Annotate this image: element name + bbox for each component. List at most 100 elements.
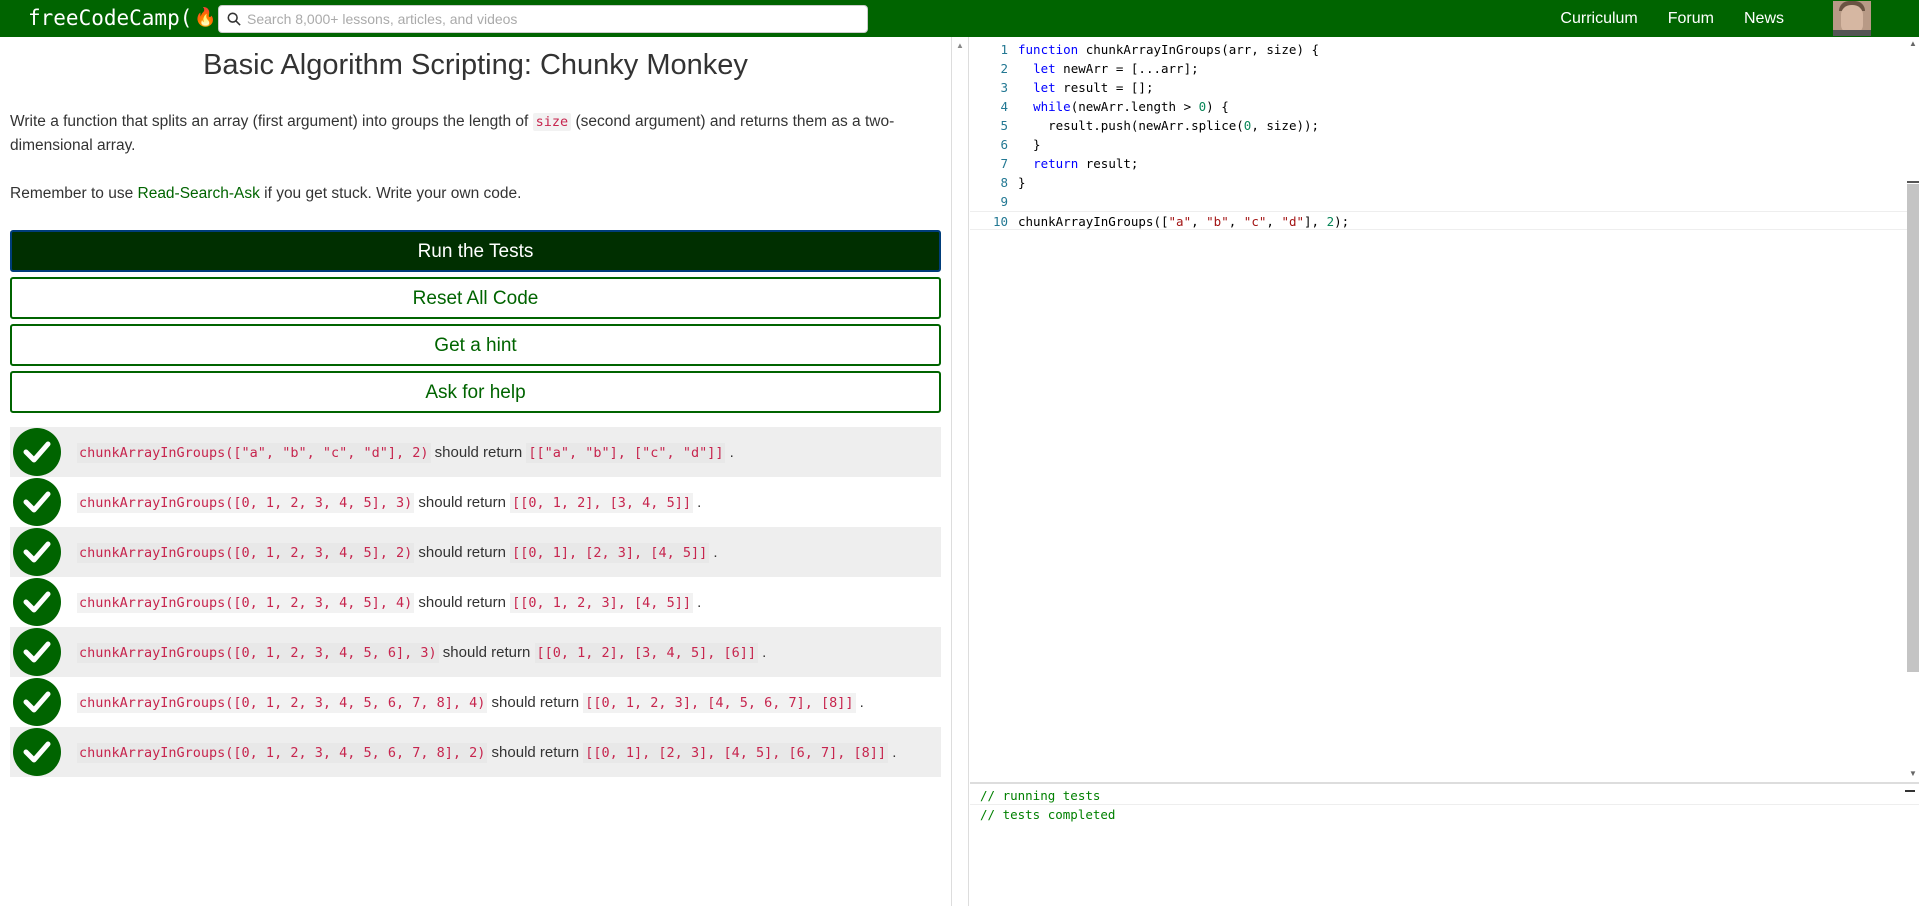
code-line[interactable]: 7 return result; xyxy=(970,154,1907,173)
code-text[interactable]: function chunkArrayInGroups(arr, size) { xyxy=(1018,40,1319,59)
test-text: chunkArrayInGroups([0, 1, 2, 3, 4, 5], 4… xyxy=(77,592,702,613)
code-editor[interactable]: 1 function chunkArrayInGroups(arr, size) … xyxy=(970,37,1907,782)
test-expected: [[0, 1], [2, 3], [4, 5], [6, 7], [8]] xyxy=(583,742,889,763)
check-icon xyxy=(13,678,61,726)
test-end: . xyxy=(697,493,702,511)
scroll-down-icon[interactable]: ▼ xyxy=(1909,769,1917,778)
freecodecamp-logo[interactable]: freeCodeCamp(🔥) xyxy=(28,4,231,32)
test-mid: should return xyxy=(414,493,511,511)
test-row: chunkArrayInGroups([0, 1, 2, 3, 4, 5], 3… xyxy=(10,477,941,527)
test-mid: should return xyxy=(487,743,584,761)
test-text: chunkArrayInGroups([0, 1, 2, 3, 4, 5, 6,… xyxy=(77,692,864,713)
read-search-ask-link[interactable]: Read-Search-Ask xyxy=(138,185,260,202)
test-end: . xyxy=(859,693,864,711)
test-text: chunkArrayInGroups([0, 1, 2, 3, 4, 5, 6,… xyxy=(77,742,897,763)
panel-resizer[interactable]: ▲ xyxy=(951,37,969,906)
code-line[interactable]: 10 chunkArrayInGroups(["a", "b", "c", "d"… xyxy=(970,211,1907,230)
scroll-up-arrow-icon[interactable]: ▲ xyxy=(956,41,964,50)
code-line[interactable]: 5 result.push(newArr.splice(0, size)); xyxy=(970,116,1907,135)
nav-link-curriculum[interactable]: Curriculum xyxy=(1560,10,1637,28)
reminder-text: Remember to use xyxy=(10,185,138,202)
challenge-title: Basic Algorithm Scripting: Chunky Monkey xyxy=(203,49,748,81)
code-text[interactable]: while(newArr.length > 0) { xyxy=(1018,97,1229,116)
test-call: chunkArrayInGroups(["a", "b", "c", "d"],… xyxy=(77,442,431,463)
test-end: . xyxy=(729,443,734,461)
test-mid: should return xyxy=(414,543,511,561)
test-text: chunkArrayInGroups(["a", "b", "c", "d"],… xyxy=(77,442,734,463)
line-number: 10 xyxy=(992,214,1008,229)
scroll-up-icon[interactable]: ▲ xyxy=(1909,39,1917,48)
scrollbar-thumb[interactable] xyxy=(1907,184,1919,672)
code-line[interactable]: 1 function chunkArrayInGroups(arr, size) … xyxy=(970,40,1907,59)
test-row: chunkArrayInGroups([0, 1, 2, 3, 4, 5], 2… xyxy=(10,527,941,577)
test-row: chunkArrayInGroups([0, 1, 2, 3, 4, 5], 4… xyxy=(10,577,941,627)
test-mid: should return xyxy=(438,643,535,661)
test-end: . xyxy=(713,543,718,561)
check-icon xyxy=(13,578,61,626)
search-input[interactable] xyxy=(247,11,847,27)
challenge-reminder: Remember to use Read-Search-Ask if you g… xyxy=(10,182,930,206)
code-line[interactable]: 8} xyxy=(970,173,1907,192)
scrollbar-cursor-marker xyxy=(1907,181,1919,183)
nav-link-forum[interactable]: Forum xyxy=(1668,10,1714,28)
search-icon xyxy=(227,12,241,26)
test-call: chunkArrayInGroups([0, 1, 2, 3, 4, 5, 6,… xyxy=(77,692,488,713)
reset-code-button[interactable]: Reset All Code xyxy=(10,277,941,319)
line-number: 3 xyxy=(1000,80,1008,95)
editor-scrollbar[interactable]: ▲ ▼ xyxy=(1907,37,1919,782)
challenge-description: Write a function that splits an array (f… xyxy=(10,110,930,158)
code-line[interactable]: 9 xyxy=(970,192,1907,211)
test-expected: [[0, 1, 2], [3, 4, 5]] xyxy=(510,492,693,513)
test-row: chunkArrayInGroups([0, 1, 2, 3, 4, 5, 6,… xyxy=(10,727,941,777)
code-text[interactable]: let result = []; xyxy=(1018,78,1153,97)
test-call: chunkArrayInGroups([0, 1, 2, 3, 4, 5, 6,… xyxy=(77,742,488,763)
test-mid: should return xyxy=(430,443,527,461)
minimize-icon[interactable] xyxy=(1905,790,1915,792)
description-code: size xyxy=(532,113,572,131)
flame-icon: 🔥 xyxy=(194,7,217,28)
user-avatar[interactable] xyxy=(1833,1,1871,36)
test-row: chunkArrayInGroups([0, 1, 2, 3, 4, 5, 6]… xyxy=(10,627,941,677)
check-icon xyxy=(13,628,61,676)
code-text[interactable]: let newArr = [...arr]; xyxy=(1018,59,1199,78)
test-end: . xyxy=(697,593,702,611)
instructions-panel: Basic Algorithm Scripting: Chunky Monkey… xyxy=(0,37,951,906)
test-expected: [[0, 1], [2, 3], [4, 5]] xyxy=(510,542,710,563)
test-expected: [[0, 1, 2], [3, 4, 5], [6]] xyxy=(534,642,758,663)
test-end: . xyxy=(892,743,897,761)
test-expected: [[0, 1, 2, 3], [4, 5]] xyxy=(510,592,693,613)
get-hint-button[interactable]: Get a hint xyxy=(10,324,941,366)
search-bar[interactable] xyxy=(218,5,868,33)
code-line[interactable]: 6 } xyxy=(970,135,1907,154)
test-row: chunkArrayInGroups([0, 1, 2, 3, 4, 5, 6,… xyxy=(10,677,941,727)
test-end: . xyxy=(762,643,767,661)
line-number: 8 xyxy=(1000,175,1008,190)
test-expected: [["a", "b"], ["c", "d"]] xyxy=(526,442,726,463)
test-mid: should return xyxy=(414,593,511,611)
code-text[interactable]: return result; xyxy=(1018,154,1138,173)
test-call: chunkArrayInGroups([0, 1, 2, 3, 4, 5], 2… xyxy=(77,542,415,563)
code-text[interactable]: chunkArrayInGroups(["a", "b", "c", "d"],… xyxy=(1018,212,1349,231)
code-line[interactable]: 3 let result = []; xyxy=(970,78,1907,97)
line-number: 6 xyxy=(1000,137,1008,152)
output-console: // running tests // tests completed xyxy=(970,782,1919,906)
nav-links: Curriculum Forum News xyxy=(1560,0,1784,37)
reminder-text-end: if you get stuck. Write your own code. xyxy=(259,185,522,202)
test-call: chunkArrayInGroups([0, 1, 2, 3, 4, 5, 6]… xyxy=(77,642,439,663)
test-call: chunkArrayInGroups([0, 1, 2, 3, 4, 5], 4… xyxy=(77,592,415,613)
check-icon xyxy=(13,478,61,526)
code-text[interactable]: } xyxy=(1018,135,1041,154)
code-line[interactable]: 4 while(newArr.length > 0) { xyxy=(970,97,1907,116)
test-text: chunkArrayInGroups([0, 1, 2, 3, 4, 5], 3… xyxy=(77,492,702,513)
test-row: chunkArrayInGroups(["a", "b", "c", "d"],… xyxy=(10,427,941,477)
check-icon xyxy=(13,528,61,576)
ask-for-help-button[interactable]: Ask for help xyxy=(10,371,941,413)
nav-link-news[interactable]: News xyxy=(1744,10,1784,28)
run-tests-button[interactable]: Run the Tests xyxy=(10,230,941,272)
code-line[interactable]: 2 let newArr = [...arr]; xyxy=(970,59,1907,78)
test-text: chunkArrayInGroups([0, 1, 2, 3, 4, 5], 2… xyxy=(77,542,718,563)
code-text[interactable]: } xyxy=(1018,173,1026,192)
code-text[interactable]: result.push(newArr.splice(0, size)); xyxy=(1018,116,1319,135)
test-expected: [[0, 1, 2, 3], [4, 5, 6, 7], [8]] xyxy=(583,692,856,713)
line-number: 4 xyxy=(1000,99,1008,114)
